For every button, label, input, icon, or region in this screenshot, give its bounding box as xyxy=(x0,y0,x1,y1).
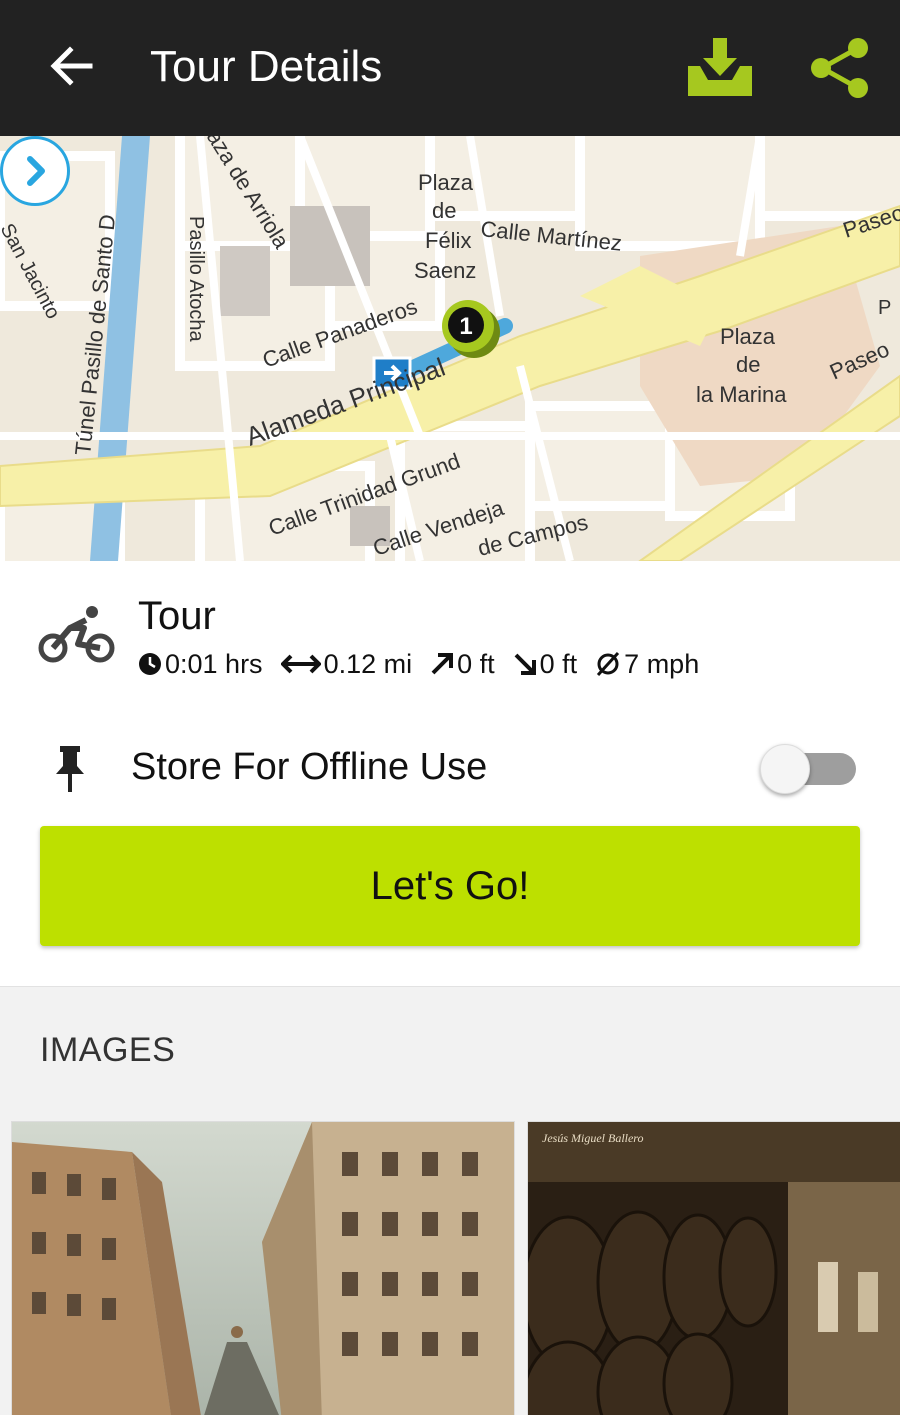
tour-stats: 0:01 hrs 0.12 mi 0 ft 0 ft 7 mph xyxy=(138,646,717,682)
bicycle-icon xyxy=(38,606,115,663)
descent-stat: 0 ft xyxy=(513,648,578,680)
duration-value: 0:01 hrs xyxy=(165,648,263,679)
wine-cellar-photo: Jesús Miguel Ballero xyxy=(528,1122,900,1415)
clock-icon xyxy=(139,653,161,675)
street-photo xyxy=(12,1122,514,1415)
offline-label: Store For Offline Use xyxy=(131,746,488,788)
duration-stat: 0:01 hrs xyxy=(138,649,263,680)
map-canvas: 1 Plaza de Félix Saenz Calle Martínez Ca… xyxy=(0,136,900,561)
images-heading: IMAGES xyxy=(40,1031,176,1069)
offline-toggle[interactable] xyxy=(760,744,856,794)
average-speed-icon xyxy=(597,651,620,677)
ascent-value: 0 ft xyxy=(457,648,495,679)
map-label: la Marina xyxy=(696,382,787,407)
download-icon[interactable] xyxy=(686,36,754,98)
back-arrow-icon[interactable] xyxy=(44,38,100,94)
map-label: Pasillo Atocha xyxy=(185,216,207,343)
map-label: Plaza xyxy=(418,170,474,195)
share-icon[interactable] xyxy=(808,36,872,100)
descent-arrow-icon xyxy=(514,653,536,675)
distance-stat: 0.12 mi xyxy=(280,648,413,680)
ascent-stat: 0 ft xyxy=(430,649,495,680)
map-next-button[interactable] xyxy=(0,136,70,206)
toggle-thumb xyxy=(760,744,810,794)
distance-arrows-icon xyxy=(280,654,321,674)
image-thumbnail-cellar[interactable]: Jesús Miguel Ballero xyxy=(527,1121,900,1415)
speed-value: 7 mph xyxy=(624,648,700,679)
map-label: P xyxy=(878,297,891,319)
images-section: IMAGES Jesús Miguel Ballero xyxy=(0,986,900,1415)
map-label: Plaza xyxy=(720,324,776,349)
speed-stat: 7 mph xyxy=(595,649,699,680)
pin-icon xyxy=(56,746,84,792)
map-label: de xyxy=(432,198,456,223)
photo-caption: Jesús Miguel Ballero xyxy=(542,1131,644,1145)
lets-go-button[interactable]: Let's Go! xyxy=(40,826,860,946)
app-bar: Tour Details xyxy=(0,0,900,136)
map-label: Saenz xyxy=(414,258,476,283)
map-stop-marker[interactable]: 1 xyxy=(459,313,472,340)
image-thumbnail-street[interactable] xyxy=(11,1121,515,1415)
route-map[interactable]: 1 Plaza de Félix Saenz Calle Martínez Ca… xyxy=(0,136,900,561)
page-title: Tour Details xyxy=(150,42,383,91)
tour-name: Tour xyxy=(138,594,216,638)
ascent-arrow-icon xyxy=(431,653,454,675)
distance-value: 0.12 mi xyxy=(323,648,413,679)
map-label: Félix xyxy=(425,228,471,253)
map-label: de xyxy=(736,352,760,377)
descent-value: 0 ft xyxy=(539,648,578,679)
